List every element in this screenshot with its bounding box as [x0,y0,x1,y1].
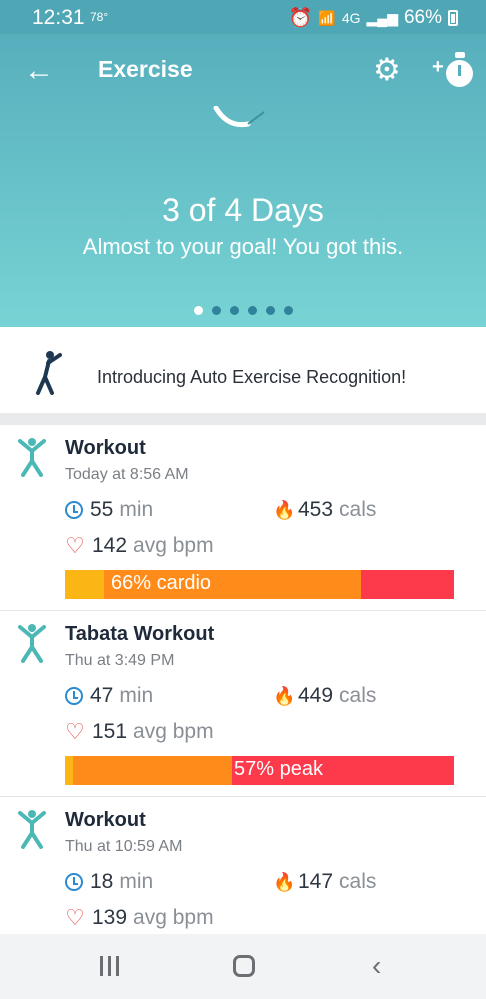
status-temp: 78° [90,10,109,24]
workout-time: Today at 8:56 AM [65,466,189,483]
network-type: 4G [341,10,361,26]
heart-zone-bar: 66% cardio [65,570,454,599]
workout-title: Workout [65,437,146,459]
workout-person-icon [18,810,46,849]
calories-stat: 🔥 147 cals [273,870,377,893]
workout-card[interactable]: Tabata Workout Thu at 3:49 PM 47 min 🔥 44… [0,611,486,797]
fat-burn-segment [65,756,73,785]
flame-icon: 🔥 [273,871,296,892]
zone-label: 57% peak [234,758,323,780]
stretching-person-icon [36,351,62,395]
workout-card[interactable]: Workout Today at 8:56 AM 55 min 🔥 453 cals… [0,425,486,611]
goal-progress-subtitle: Almost to your goal! You got this. [82,234,404,259]
status-bar: 12:31 78° ⏰ 📶 4G ▂▄▆ 66% [0,0,486,34]
duration-stat: 55 min [65,498,153,522]
page-dot[interactable] [265,306,275,315]
page-title: Exercise [98,56,193,82]
battery-icon [448,10,458,26]
system-back-icon[interactable]: ‹ [372,952,381,980]
workout-card[interactable]: Workout Thu at 10:59 AM 18 min 🔥 147 cals … [0,797,486,937]
wifi-icon: 📶 [318,9,336,26]
workout-title: Tabata Workout [65,623,215,645]
duration-stat: 18 min [65,870,153,894]
heart-icon: ♡ [65,533,85,558]
workout-time: Thu at 10:59 AM [65,838,183,855]
flame-icon: 🔥 [273,685,296,706]
flame-icon: 🔥 [273,499,296,520]
clock-icon [65,687,83,705]
goal-arc-graphic [213,106,265,128]
banner-text: Introducing Auto Exercise Recognition! [97,367,407,387]
page-dot[interactable] [283,306,293,315]
gear-icon[interactable]: ⚙ [373,54,401,86]
status-time: 12:31 [32,6,85,29]
peak-segment [360,570,454,599]
zone-label: 66% cardio [111,572,212,594]
system-nav-bar: ‹ [0,934,486,999]
page-dot[interactable] [193,306,203,315]
goal-progress-heading: 3 of 4 Days [162,192,324,228]
battery-percent: 66% [403,7,442,28]
heart-icon: ♡ [65,905,85,930]
alarm-icon: ⏰ [288,8,313,29]
recents-icon[interactable] [100,956,120,976]
add-exercise-stopwatch-icon[interactable]: + [432,50,476,90]
heart-rate-stat: ♡ 142 avg bpm [65,533,214,558]
hero-header: ← Exercise ⚙ + 3 of 4 Days Almost to you… [0,34,486,327]
cardio-segment [72,756,233,785]
fat-burn-segment [65,570,104,599]
heart-rate-stat: ♡ 151 avg bpm [65,719,214,744]
back-arrow-icon[interactable]: ← [24,56,54,86]
workout-person-icon [18,438,46,477]
heart-icon: ♡ [65,719,85,744]
heart-rate-stat: ♡ 139 avg bpm [65,905,214,930]
page-indicator[interactable] [0,306,486,315]
workout-title: Workout [65,809,146,831]
duration-stat: 47 min [65,684,153,708]
workout-person-icon [18,624,46,663]
calories-stat: 🔥 449 cals [273,684,377,707]
page-dot[interactable] [247,306,257,315]
calories-stat: 🔥 453 cals [273,498,377,521]
clock-icon [65,501,83,519]
signal-icon: ▂▄▆ [366,9,398,26]
home-icon[interactable] [233,955,255,977]
section-divider [0,413,486,425]
page-dot[interactable] [229,306,239,315]
auto-recognition-banner[interactable]: Introducing Auto Exercise Recognition! [0,327,486,413]
clock-icon [65,873,83,891]
page-dot[interactable] [211,306,221,315]
status-icons: ⏰ 📶 4G ▂▄▆ 66% [289,6,458,30]
heart-zone-bar: 57% peak [65,756,454,785]
workout-time: Thu at 3:49 PM [65,652,175,669]
